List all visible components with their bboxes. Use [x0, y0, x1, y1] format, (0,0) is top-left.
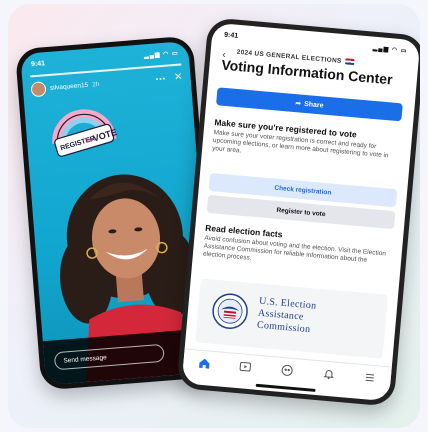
home-indicator	[255, 383, 316, 392]
share-label: Share	[303, 100, 324, 110]
bell-icon[interactable]	[320, 365, 337, 382]
video-icon[interactable]	[237, 358, 254, 375]
status-time: 9:41	[223, 31, 239, 40]
close-icon[interactable]: ✕	[174, 71, 183, 83]
avatar[interactable]	[30, 80, 47, 97]
eac-seal-icon	[212, 293, 248, 329]
story-username[interactable]: silvaqueen15	[50, 81, 89, 91]
eac-card[interactable]: U.S. Election Assistance Commission	[195, 278, 389, 359]
groups-icon[interactable]	[278, 362, 295, 379]
election-facts-section: Read election facts Avoid confusion abou…	[203, 223, 393, 275]
eac-name: U.S. Election Assistance Commission	[256, 296, 316, 337]
check-registration-label: Check registration	[274, 184, 332, 197]
signal-wifi-battery-icon: ▂▄▆ ◠ ▭	[372, 45, 408, 55]
us-flag-icon	[345, 58, 355, 66]
background-card: 9:41 ▂▄▆ ◠ ▭ silvaqueen15 2h ••• ✕ REGIS…	[8, 4, 420, 428]
more-options-icon[interactable]: •••	[156, 75, 167, 83]
register-to-vote-sticker[interactable]: REGISTER TO VOTE	[46, 99, 120, 160]
send-message-placeholder: Send message	[63, 353, 107, 365]
share-button[interactable]: ➦ Share	[215, 87, 403, 122]
registration-section: Make sure you're registered to vote Make…	[212, 117, 402, 169]
status-time: 9:41	[30, 60, 46, 69]
voting-screen: 9:41 ▂▄▆ ◠ ▭ ‹ 2024 US GENERAL ELECTIONS…	[181, 22, 420, 402]
register-to-vote-label: Register to vote	[276, 206, 326, 218]
signal-wifi-battery-icon: ▂▄▆ ◠ ▭	[143, 50, 179, 60]
voting-phone: 9:41 ▂▄▆ ◠ ▭ ‹ 2024 US GENERAL ELECTIONS…	[176, 17, 420, 407]
story-time-ago: 2h	[91, 80, 100, 89]
home-icon[interactable]	[196, 354, 213, 371]
share-arrow-icon: ➦	[294, 100, 302, 108]
menu-icon[interactable]	[361, 369, 378, 386]
